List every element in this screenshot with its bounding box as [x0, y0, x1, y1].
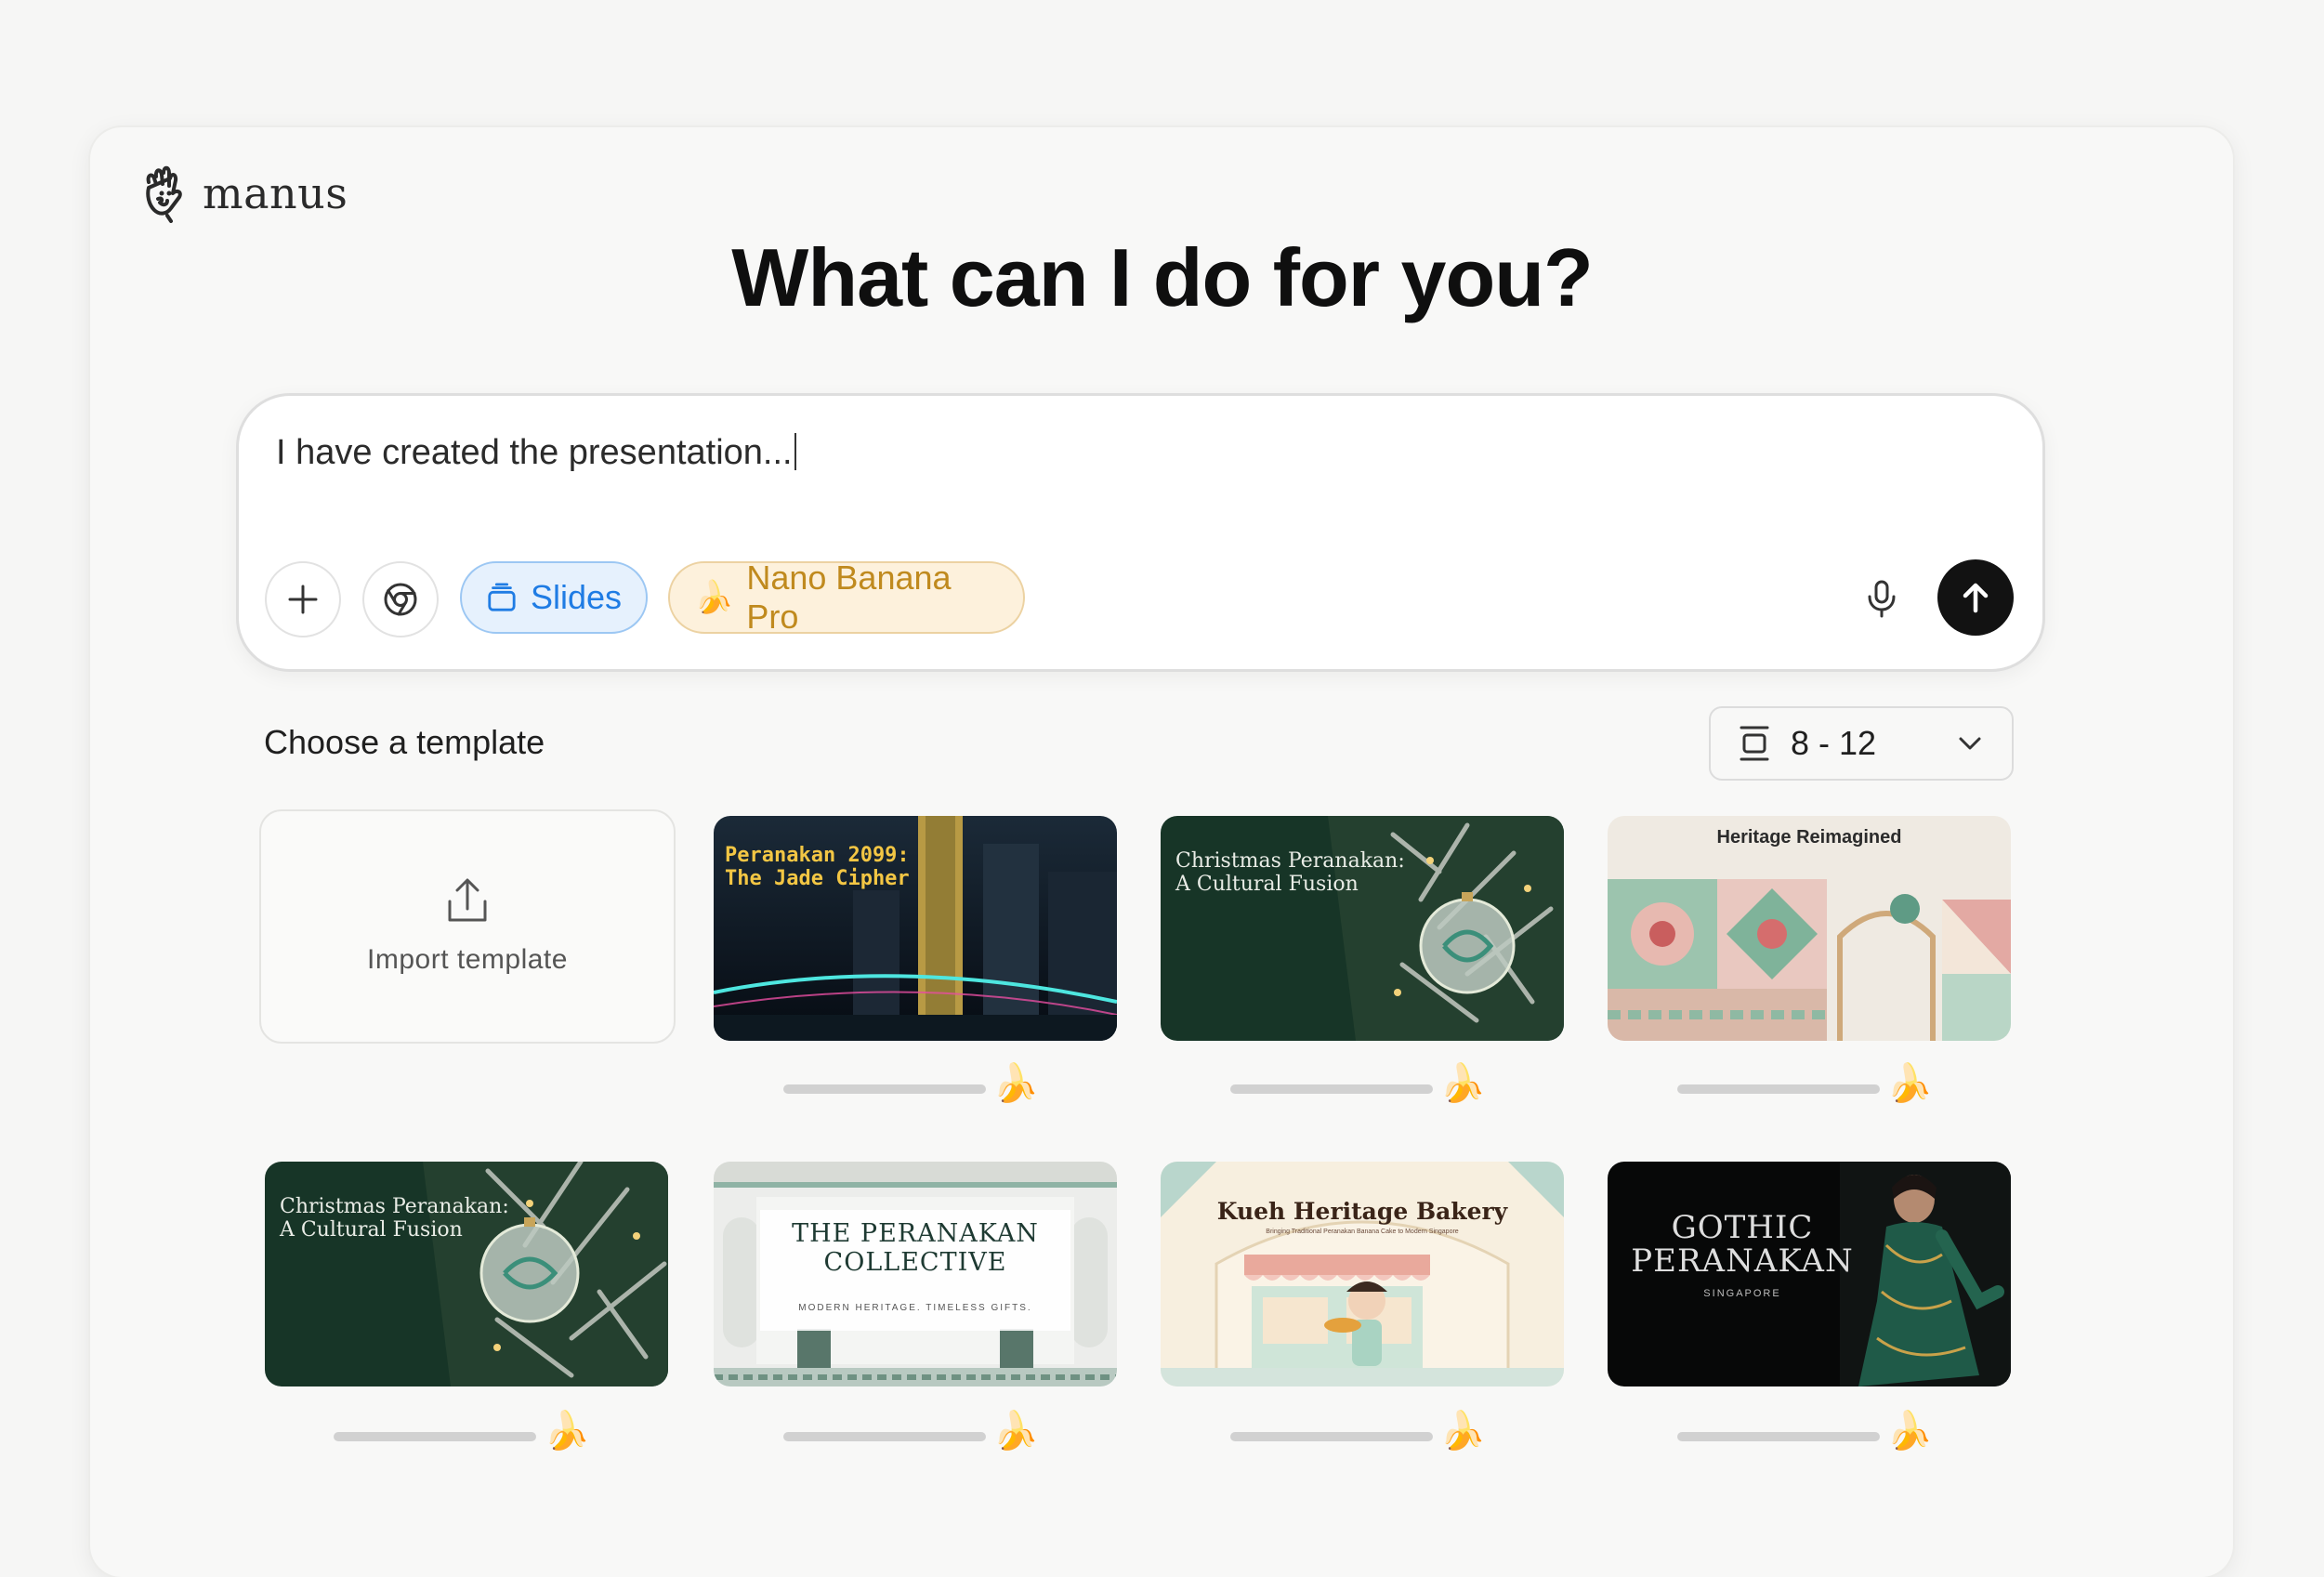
template-card-christmas-peranakan[interactable]: Christmas Peranakan: A Cultural Fusion — [1161, 816, 1564, 1041]
template-card-christmas-peranakan-alt[interactable]: Christmas Peranakan: A Cultural Fusion — [265, 1162, 668, 1386]
template-title: Christmas Peranakan: A Cultural Fusion — [1175, 849, 1405, 897]
banana-badge: 🍌 — [1886, 1063, 1933, 1104]
template-title: Christmas Peranakan: A Cultural Fusion — [280, 1195, 509, 1242]
chevron-down-icon — [1959, 737, 1981, 750]
prompt-input-text: I have created the presentation... — [276, 433, 793, 472]
manus-logo[interactable]: manus — [139, 164, 348, 223]
banana-emoji: 🍌 — [694, 580, 734, 615]
manus-hand-icon — [146, 165, 182, 223]
slide-count-select[interactable]: 8 - 12 — [1709, 706, 2014, 781]
text-caret — [794, 433, 796, 470]
template-title: GOTHIC PERANAKAN — [1631, 1209, 1854, 1280]
nano-chip-label: Nano Banana Pro — [746, 559, 952, 636]
upload-icon — [448, 878, 487, 922]
logo-wordmark: manus — [203, 168, 348, 218]
template-thumbnail — [1161, 1162, 1564, 1386]
banana-badge: 🍌 — [1886, 1411, 1933, 1452]
import-template-card[interactable]: Import template — [259, 809, 676, 1044]
nano-banana-chip[interactable]: 🍌 Nano Banana Pro — [668, 559, 1025, 636]
template-subtitle: SINGAPORE — [1703, 1288, 1781, 1299]
template-card-jade-cipher[interactable]: Peranakan 2099: The Jade Cipher — [714, 816, 1117, 1041]
template-subtitle: MODERN HERITAGE. TIMELESS GIFTS. — [798, 1303, 1032, 1313]
template-caption-placeholder — [783, 1432, 986, 1441]
slides-icon — [488, 583, 516, 611]
template-title: Kueh Heritage Bakery — [1216, 1198, 1508, 1225]
banana-badge: 🍌 — [992, 1411, 1039, 1452]
import-template-label: Import template — [367, 944, 568, 975]
slide-count-value: 8 - 12 — [1791, 724, 1877, 762]
send-button[interactable] — [1937, 559, 2014, 636]
choose-template-heading: Choose a template — [264, 723, 545, 761]
slides-mode-chip[interactable]: Slides — [460, 561, 648, 634]
banana-badge: 🍌 — [992, 1063, 1039, 1104]
chrome-icon — [384, 583, 417, 616]
prompt-input[interactable]: I have created the presentation... — [276, 433, 796, 473]
template-card-gothic-peranakan[interactable]: GOTHIC PERANAKAN SINGAPORE — [1608, 1162, 2011, 1386]
add-attachment-button[interactable] — [265, 561, 341, 637]
arrow-up-icon — [1963, 583, 1989, 613]
template-caption-placeholder — [1230, 1084, 1433, 1094]
template-thumbnail — [1608, 816, 2011, 1041]
template-caption-placeholder — [1230, 1432, 1433, 1441]
template-title: THE PERANAKAN COLLECTIVE — [792, 1219, 1039, 1278]
template-caption-placeholder — [1677, 1084, 1880, 1094]
template-card-heritage-reimagined[interactable]: Heritage Reimagined — [1608, 816, 2011, 1041]
slide-stack-icon — [1740, 726, 1769, 761]
banana-badge: 🍌 — [1439, 1411, 1486, 1452]
template-title: Peranakan 2099: The Jade Cipher — [725, 844, 910, 891]
template-card-peranakan-collective[interactable]: THE PERANAKAN COLLECTIVE MODERN HERITAGE… — [714, 1162, 1117, 1386]
template-title: Heritage Reimagined — [1716, 827, 1902, 848]
plus-icon — [288, 585, 318, 614]
banana-badge: 🍌 — [1439, 1063, 1486, 1104]
template-caption-placeholder — [334, 1432, 536, 1441]
template-card-kueh-bakery[interactable]: Kueh Heritage Bakery Bringing Traditiona… — [1161, 1162, 1564, 1386]
page-headline: What can I do for you? — [731, 231, 1593, 323]
template-caption-placeholder — [1677, 1432, 1880, 1441]
browser-connector-button[interactable] — [362, 561, 439, 637]
template-subtitle: Bringing Traditional Peranakan Banana Ca… — [1266, 1229, 1459, 1235]
prompt-composer[interactable]: I have created the presentation... Slide… — [236, 393, 2045, 672]
banana-badge: 🍌 — [544, 1411, 590, 1452]
template-caption-placeholder — [783, 1084, 986, 1094]
microphone-icon — [1868, 580, 1896, 618]
voice-input-button[interactable] — [1856, 572, 1908, 624]
slides-chip-label: Slides — [530, 578, 622, 616]
